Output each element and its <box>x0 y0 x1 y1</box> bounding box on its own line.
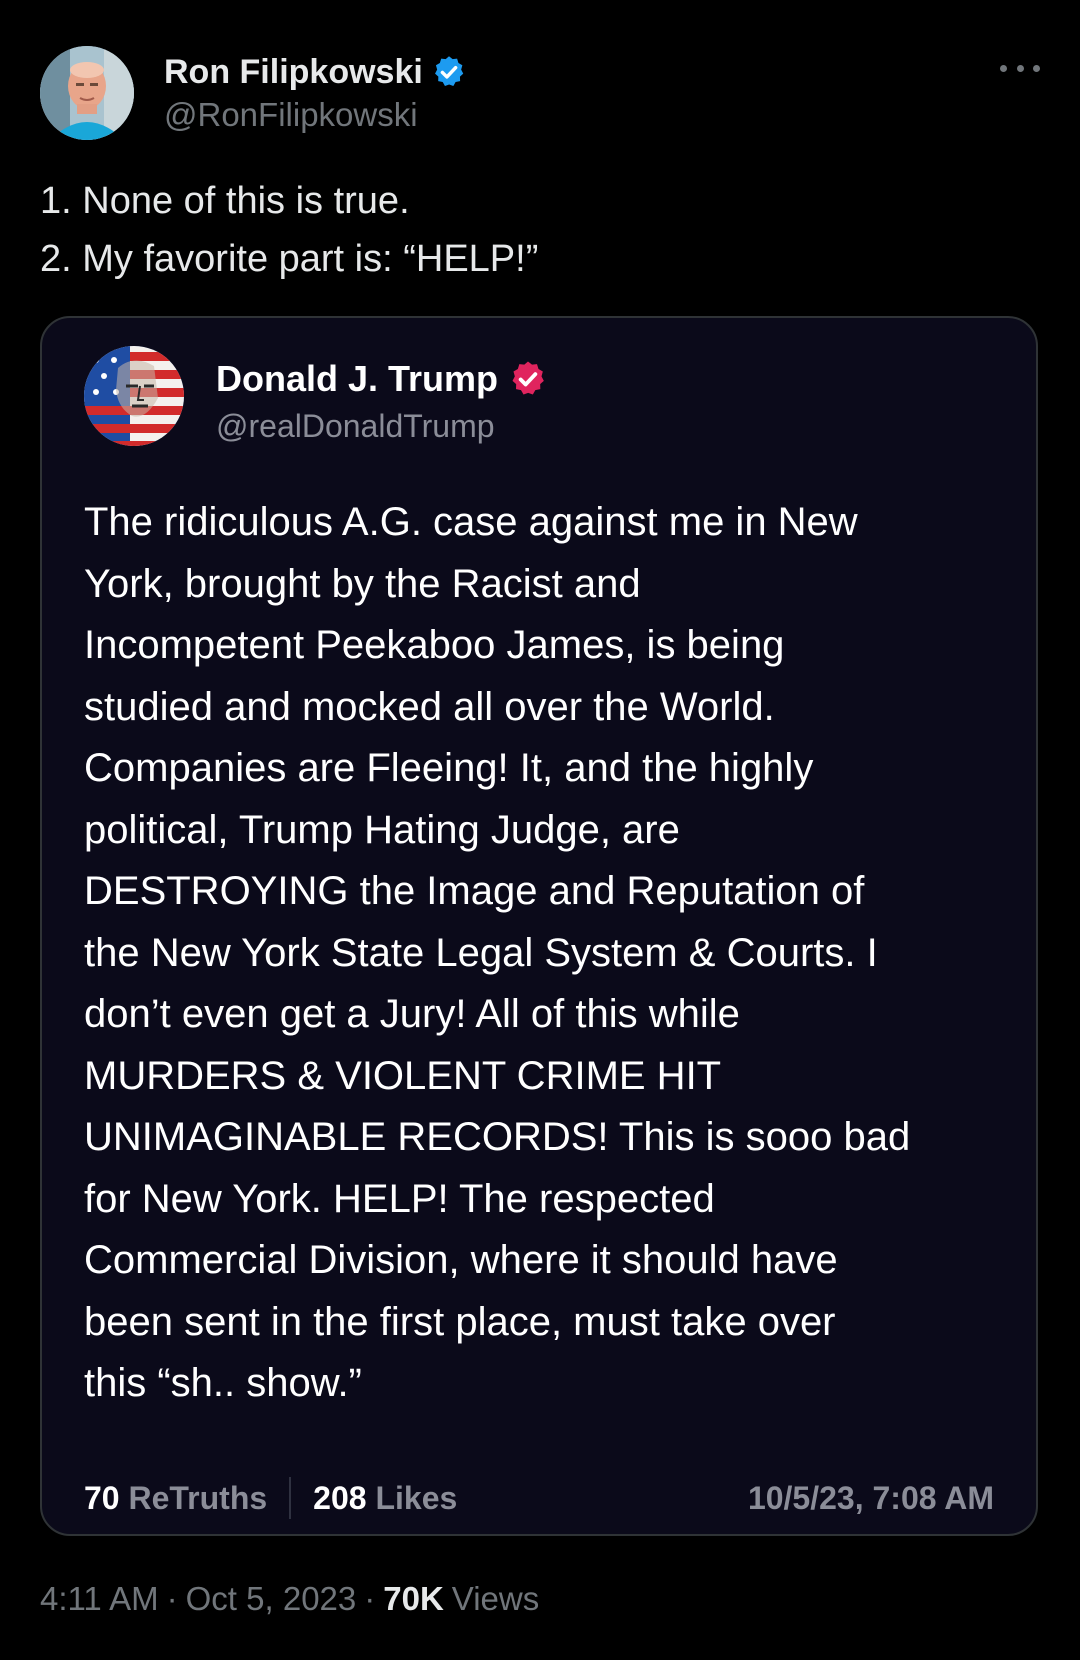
post-date[interactable]: Oct 5, 2023 <box>186 1580 357 1618</box>
quoted-author-name-line: Donald J. Trump <box>216 356 548 402</box>
quoted-text-line: DESTROYING the Image and Reputation of <box>84 869 865 913</box>
stats-divider <box>289 1477 292 1519</box>
meta-separator: · <box>166 1580 178 1617</box>
more-dot <box>1016 64 1024 72</box>
verified-badge-icon <box>508 359 548 399</box>
author-avatar[interactable] <box>40 46 134 140</box>
retruths-stat[interactable]: 70 ReTruths <box>84 1480 267 1517</box>
quoted-text-line: political, Trump Hating Judge, are <box>84 807 680 852</box>
tweet-line: 1. None of this is true. <box>40 180 410 222</box>
verified-badge-icon[interactable] <box>431 54 467 90</box>
quoted-post-stats: 70 ReTruths 208 Likes <box>84 1476 457 1520</box>
likes-count: 208 <box>313 1479 367 1516</box>
quoted-text-line: The ridiculous A.G. case against me in N… <box>84 500 858 544</box>
meta-separator: · <box>364 1580 376 1617</box>
quoted-post-text: The ridiculous A.G. case against me in N… <box>84 492 1004 1415</box>
quoted-author-avatar[interactable] <box>84 346 184 446</box>
quoted-text-line: UNIMAGINABLE RECORDS! This is sooo bad <box>84 1115 911 1159</box>
quoted-text-line: Companies are Fleeing! It, and the highl… <box>84 746 814 790</box>
post-time[interactable]: 4:11 AM <box>40 1580 159 1618</box>
quoted-text-line: York, brought by the Racist and <box>84 561 641 606</box>
author-name-line: Ron Filipkowski <box>164 50 467 94</box>
tweet-text: 1. None of this is true. 2. My favorite … <box>40 172 1040 288</box>
views-count: 70K <box>383 1580 444 1617</box>
profile-photo-avatar <box>40 46 134 140</box>
author-display-name[interactable]: Ron Filipkowski <box>164 53 423 92</box>
likes-label: Likes <box>375 1479 458 1516</box>
author-handle[interactable]: @RonFilipkowski <box>164 96 418 134</box>
post-header: Ron Filipkowski @RonFilipkowski <box>40 46 1040 142</box>
more-dot <box>1033 64 1040 72</box>
quoted-text-line: for New York. HELP! The respected <box>84 1176 715 1221</box>
tweet-line: 2. My favorite part is: “HELP!” <box>40 238 539 280</box>
quoted-author-handle[interactable]: @realDonaldTrump <box>216 408 495 445</box>
quoted-author-display-name[interactable]: Donald J. Trump <box>216 358 498 400</box>
quoted-text-line: this “sh.. show.” <box>84 1361 362 1405</box>
views-label: Views <box>451 1580 540 1617</box>
retruths-label: ReTruths <box>128 1479 268 1516</box>
quoted-text-line: don’t even get a Jury! All of this while <box>84 992 740 1036</box>
quoted-text-line: Commercial Division, where it should hav… <box>84 1238 838 1282</box>
likes-stat[interactable]: 208 Likes <box>313 1480 457 1517</box>
quoted-post-card[interactable]: Donald J. Trump @realDonaldTrump The rid… <box>40 316 1038 1536</box>
retruths-count: 70 <box>84 1479 120 1516</box>
flag-face-avatar <box>84 346 184 446</box>
quoted-text-line: been sent in the first place, must take … <box>84 1299 836 1344</box>
quoted-text-line: Incompetent Peekaboo James, is being <box>84 623 785 667</box>
post-meta: 4:11 AM · Oct 5, 2023 · 70K Views <box>40 1577 539 1621</box>
quoted-post-date: 10/5/23, 7:08 AM <box>747 1479 994 1516</box>
more-horizontal-icon[interactable] <box>1000 58 1040 78</box>
quoted-text-line: studied and mocked all over the World. <box>84 684 775 729</box>
more-dot <box>1000 64 1007 72</box>
quoted-text-line: MURDERS & VIOLENT CRIME HIT <box>84 1053 722 1098</box>
quoted-text-line: the New York State Legal System & Courts… <box>84 930 878 975</box>
